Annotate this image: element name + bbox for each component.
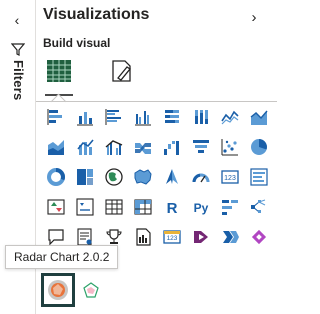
gauge-icon [192,173,210,183]
more-visuals-button[interactable] [246,224,272,250]
format-visual-button[interactable] [104,54,140,88]
line-chart-button[interactable] [217,104,243,130]
treemap-button[interactable] [72,164,98,190]
ribbon-chart-icon [135,143,151,154]
r-script-visual-button[interactable]: R [159,194,185,220]
clustered-column-chart-icon [135,111,151,126]
visualizations-title: Visualizations [43,6,150,23]
filter-icon[interactable] [9,40,27,58]
area-chart-button[interactable] [246,104,272,130]
pie-chart-button[interactable] [246,134,272,160]
slicer-icon [76,198,94,216]
chevron-left-icon[interactable]: ‹ [6,10,28,30]
line-stacked-column-chart-button[interactable] [72,134,98,160]
azure-map-button[interactable] [159,164,185,190]
more-visuals-icon [251,229,267,245]
chevron-right-icon[interactable]: › [243,6,265,28]
paginated-report-icon [136,228,151,246]
clustered-column-chart-button[interactable] [130,104,156,130]
paginated-report-button[interactable] [130,224,156,250]
python-visual-icon: Py [194,201,209,215]
stacked-column-chart-button[interactable] [72,104,98,130]
svg-text:R: R [167,200,178,217]
card-button[interactable]: 123 [217,164,243,190]
kpi-icon [47,199,65,215]
power-apps-button[interactable] [188,224,214,250]
python-visual-button[interactable]: Py [188,194,214,220]
stacked-column-chart-icon [77,112,93,126]
clustered-bar-chart-icon [105,109,121,125]
kpi-button[interactable] [43,194,69,220]
stacked-bar-chart-button[interactable] [43,104,69,130]
waterfall-chart-button[interactable] [159,134,185,160]
donut-chart-button[interactable] [43,164,69,190]
filled-map-button[interactable] [130,164,156,190]
funnel-chart-icon [193,140,209,153]
qa-icon [48,229,64,246]
smart-narrative-icon [77,228,92,246]
filled-map-icon [134,169,152,185]
treemap-icon [77,169,93,185]
clustered-bar-chart-button[interactable] [101,104,127,130]
power-automate-icon [223,231,239,243]
filters-label[interactable]: Filters [11,60,26,100]
card-icon: 123 [221,170,239,184]
map-icon [105,168,123,186]
svg-text:123: 123 [167,235,178,242]
stacked-area-chart-button[interactable] [43,134,69,160]
100-stacked-bar-chart-icon [165,110,179,123]
line-clustered-column-chart-button[interactable] [101,134,127,160]
slicer-button[interactable] [72,194,98,220]
table-button[interactable] [101,194,127,220]
goals-icon [106,229,122,244]
decomposition-tree-icon [251,199,266,213]
paintbrush-page-icon [112,60,131,82]
radar-chart-visual-icon [48,280,68,300]
map-button[interactable] [101,164,127,190]
scatter-chart-button[interactable] [217,134,243,160]
area-chart-icon [250,110,268,125]
multi-row-card-icon [250,168,268,186]
r-script-visual-icon: R [167,200,178,217]
power-automate-button[interactable] [217,224,243,250]
multi-row-card-button[interactable] [246,164,272,190]
100-stacked-column-chart-icon [195,110,208,124]
key-influencers-button[interactable] [217,194,243,220]
stacked-bar-chart-icon [47,109,62,125]
key-influencers-icon [222,200,238,215]
gauge-button[interactable] [188,164,214,190]
new-card-button[interactable]: 123 [159,224,185,250]
scatter-chart-icon [221,139,238,156]
new-card-icon: 123 [163,230,181,244]
donut-chart-icon [47,168,65,186]
ribbon-chart-button[interactable] [130,134,156,160]
svg-text:Py: Py [194,201,209,215]
custom-visual-button[interactable] [76,275,106,305]
100-stacked-column-chart-button[interactable] [188,104,214,130]
custom-visual-icon [83,282,99,298]
decomposition-tree-button[interactable] [246,194,272,220]
matrix-button[interactable] [130,194,156,220]
waterfall-chart-icon [164,141,179,155]
visual-gallery: 123 R Py 123 [43,104,272,250]
radar-chart-visual-button[interactable] [41,273,75,307]
stacked-area-chart-icon [48,140,64,155]
build-visual-button[interactable] [41,54,77,96]
100-stacked-bar-chart-button[interactable] [159,104,185,130]
funnel-chart-button[interactable] [188,134,214,160]
line-stacked-column-chart-icon [77,139,94,155]
line-chart-icon [221,110,239,125]
azure-map-icon [166,169,178,184]
table-icon [105,199,123,215]
build-visual-label: Build visual [43,36,111,50]
tooltip: Radar Chart 2.0.2 [5,245,119,269]
matrix-icon [134,199,152,215]
svg-text:123: 123 [224,175,236,182]
divider [36,101,277,102]
line-clustered-column-chart-icon [105,140,123,155]
pie-chart-icon [251,139,267,155]
power-apps-icon [194,231,208,243]
table-grid-icon [47,60,71,82]
